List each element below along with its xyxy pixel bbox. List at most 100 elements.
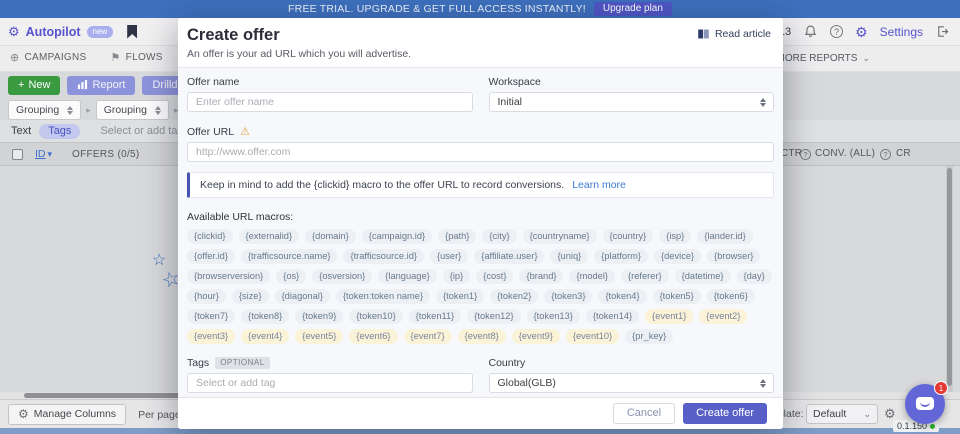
chat-widget-button[interactable]: 1 [905, 384, 945, 424]
tab-flows[interactable]: ⚑ FLOWS [109, 46, 165, 72]
macro-chip[interactable]: {path} [438, 229, 476, 244]
tag-filter-input[interactable]: Select or add tag [100, 125, 183, 137]
macro-chip[interactable]: {device} [654, 249, 701, 264]
macro-chip[interactable]: {event4} [241, 329, 289, 344]
macro-chip[interactable]: {token1} [436, 289, 484, 304]
cr-column-header[interactable]: CR [896, 148, 911, 159]
macro-chip[interactable]: {lander.id} [697, 229, 752, 244]
macro-chip[interactable]: {token3} [544, 289, 592, 304]
macro-chip[interactable]: {offer.id} [187, 249, 235, 264]
macro-chip[interactable]: {event9} [512, 329, 560, 344]
question-icon[interactable]: ? [800, 149, 811, 160]
macro-chip[interactable]: {uniq} [550, 249, 588, 264]
macro-chip[interactable]: {token5} [653, 289, 701, 304]
manage-columns-button[interactable]: ⚙ Manage Columns [8, 404, 126, 425]
macro-chip[interactable]: {city} [482, 229, 516, 244]
macro-chip[interactable]: {externalid} [239, 229, 300, 244]
filter-tags-toggle[interactable]: Tags [39, 124, 80, 139]
bell-icon[interactable] [803, 24, 818, 39]
macro-chip[interactable]: {event5} [295, 329, 343, 344]
macro-chip[interactable]: {event8} [458, 329, 506, 344]
offer-url-label: Offer URL [187, 126, 234, 138]
macro-chip[interactable]: {event3} [187, 329, 235, 344]
macro-chip[interactable]: {token13} [527, 309, 580, 324]
vertical-scrollbar[interactable] [946, 166, 953, 392]
country-select[interactable]: Global(GLB) [489, 373, 775, 393]
ctr-column-header[interactable]: CTR [781, 148, 802, 159]
macro-chip[interactable]: {token14} [586, 309, 639, 324]
macro-chip[interactable]: {event2} [699, 309, 747, 324]
settings-gear-icon[interactable]: ⚙ [855, 25, 868, 39]
macro-chip[interactable]: {token8} [241, 309, 289, 324]
offer-name-input[interactable] [187, 92, 473, 112]
offer-url-input[interactable] [187, 142, 774, 162]
macro-chip[interactable]: {osversion} [312, 269, 372, 284]
tags-input[interactable] [187, 373, 473, 393]
create-offer-button[interactable]: Create offer [683, 403, 767, 424]
vertical-scrollbar-thumb[interactable] [947, 168, 952, 386]
macro-chip[interactable]: {language} [378, 269, 436, 284]
grouping-select-2[interactable]: Grouping [96, 100, 169, 120]
macro-chip[interactable]: {event1} [645, 309, 693, 324]
macro-chip[interactable]: {isp} [659, 229, 691, 244]
macro-chip[interactable]: {event10} [566, 329, 619, 344]
workspace-select[interactable]: Initial [489, 92, 775, 112]
read-article-link[interactable]: Read article [697, 28, 771, 40]
settings-link[interactable]: Settings [880, 25, 923, 39]
macro-chip[interactable]: {datetime} [675, 269, 731, 284]
macro-chip[interactable]: {country} [603, 229, 654, 244]
macro-chip[interactable]: {event7} [404, 329, 452, 344]
id-column-header[interactable]: ID [35, 148, 46, 160]
macro-chip[interactable]: {token4} [598, 289, 646, 304]
grouping-select-1[interactable]: Grouping [8, 100, 81, 120]
new-button[interactable]: + New [8, 76, 60, 95]
report-button[interactable]: Report [67, 76, 135, 95]
macro-chip[interactable]: {trafficsource.name} [241, 249, 338, 264]
cancel-button[interactable]: Cancel [613, 403, 675, 424]
filter-text-toggle[interactable]: Text [11, 125, 31, 137]
learn-more-link[interactable]: Learn more [572, 179, 626, 191]
macro-chip[interactable]: {event6} [349, 329, 397, 344]
macro-chip[interactable]: {countryname} [523, 229, 597, 244]
macro-chip[interactable]: {brand} [519, 269, 563, 284]
macro-chip[interactable]: {browser} [707, 249, 760, 264]
question-icon[interactable]: ? [880, 149, 891, 160]
bookmark-icon[interactable] [127, 25, 137, 39]
macro-chip[interactable]: {token7} [187, 309, 235, 324]
macro-chip[interactable]: {hour} [187, 289, 226, 304]
macro-chip[interactable]: {domain} [305, 229, 356, 244]
macro-chip[interactable]: {os} [276, 269, 306, 284]
macro-chip[interactable]: {user} [430, 249, 468, 264]
macro-chip[interactable]: {diagonal} [275, 289, 330, 304]
macro-chip[interactable]: {clickid} [187, 229, 233, 244]
macro-chip[interactable]: {day} [737, 269, 772, 284]
conv-column-header[interactable]: CONV. (ALL) [815, 148, 875, 159]
macro-chip[interactable]: {token2} [490, 289, 538, 304]
macro-chip[interactable]: {pr_key} [625, 329, 673, 344]
macro-chip[interactable]: {token6} [707, 289, 755, 304]
macro-chip[interactable]: {token10} [349, 309, 402, 324]
template-select[interactable]: Default ⌄ [806, 404, 878, 424]
macro-chip[interactable]: {cost} [476, 269, 513, 284]
macro-chip[interactable]: {campaign.id} [362, 229, 432, 244]
macro-chip[interactable]: {model} [569, 269, 615, 284]
macro-chip[interactable]: {platform} [594, 249, 648, 264]
macro-chip[interactable]: {token9} [295, 309, 343, 324]
macro-chip[interactable]: {token11} [409, 309, 462, 324]
brand-title[interactable]: Autopilot [26, 25, 81, 39]
offer-url-label-row: Offer URL ⚠ [187, 125, 774, 138]
macro-chip[interactable]: {ip} [443, 269, 470, 284]
select-all-checkbox[interactable] [12, 149, 23, 160]
help-icon[interactable]: ? [830, 25, 843, 38]
upgrade-plan-button[interactable]: Upgrade plan [594, 2, 672, 16]
macro-chip[interactable]: {token:token name} [336, 289, 430, 304]
macro-chip[interactable]: {browserversion} [187, 269, 270, 284]
macro-chip[interactable]: {affiliate.user} [474, 249, 544, 264]
brand-area: ⚙ Autopilot new [8, 25, 137, 39]
macro-chip[interactable]: {trafficsource.id} [343, 249, 424, 264]
macro-chip[interactable]: {size} [232, 289, 269, 304]
logout-icon[interactable] [935, 24, 950, 39]
macro-chip[interactable]: {referer} [621, 269, 669, 284]
tab-campaigns[interactable]: ⊕ CAMPAIGNS [8, 46, 89, 72]
macro-chip[interactable]: {token12} [467, 309, 520, 324]
